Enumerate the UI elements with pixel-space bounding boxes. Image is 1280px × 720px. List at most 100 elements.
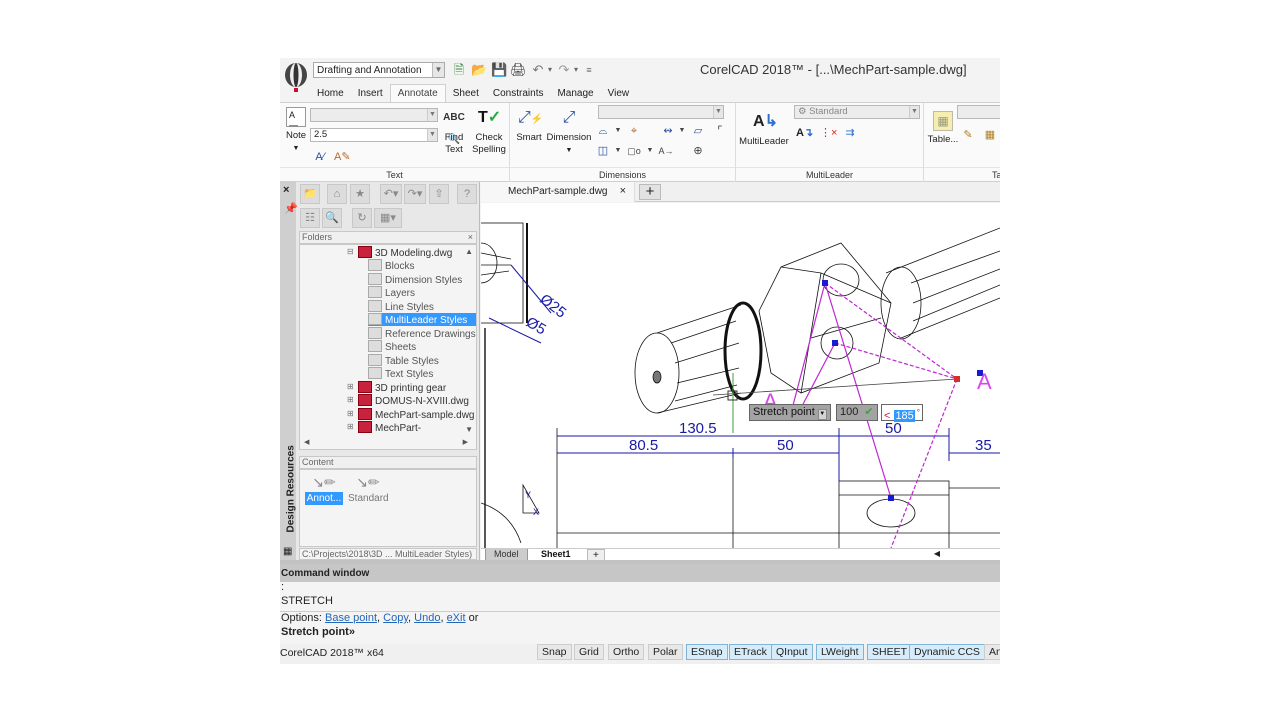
edit-text-icon[interactable]: A⁄ (312, 149, 328, 165)
drawing-canvas[interactable]: Ø25 Ø5 130.5 80.5 50 50 35 Y X A A Stret… (481, 203, 1000, 548)
views-button[interactable]: ▦▾ (374, 208, 402, 228)
toggle-annotation[interactable]: An (984, 644, 1000, 660)
home-button[interactable]: ⌂ (327, 184, 347, 204)
jog-icon[interactable]: ⌜ (712, 123, 728, 139)
close-icon[interactable]: × (283, 184, 289, 196)
toggle-qinput[interactable]: QInput (771, 644, 813, 660)
scroll-left-icon[interactable]: ◀ (934, 549, 940, 558)
scroll-left-icon[interactable]: ◀ (304, 438, 309, 446)
expand-icon[interactable]: ⊞ (347, 382, 354, 391)
favorites-button[interactable]: ★ (350, 184, 370, 204)
tree-item-selected[interactable]: MultiLeader Styles (368, 313, 476, 326)
new-file-icon[interactable]: 🗎 (451, 62, 467, 78)
chevron-down-icon[interactable]: ▼ (642, 143, 658, 159)
chevron-down-icon[interactable]: ▼ (610, 143, 626, 159)
tree-item[interactable]: Blocks (368, 259, 414, 272)
toggle-snap[interactable]: Snap (537, 644, 572, 660)
toggle-etrack[interactable]: ETrack (729, 644, 772, 660)
add-leader-icon[interactable]: A↴ (796, 125, 813, 141)
oblique-icon[interactable]: ▱ (690, 123, 706, 139)
open-folder-icon[interactable]: 📂 (471, 62, 487, 78)
scroll-right-icon[interactable]: ▶ (463, 438, 468, 446)
remove-leader-icon[interactable]: ⋮× (820, 125, 837, 141)
toggle-sheet[interactable]: SHEET (867, 644, 913, 660)
baseline-icon[interactable]: ◫ (595, 143, 611, 159)
multileader-style-combo[interactable]: ⚙ Standard ▼ (794, 105, 920, 119)
text-align-icon[interactable]: A→ (658, 143, 674, 159)
length-input[interactable]: 100 ✔ (836, 404, 878, 421)
toggle-esnap[interactable]: ESnap (686, 644, 728, 660)
tolerance-icon[interactable]: ▢o (626, 143, 642, 159)
tree-item[interactable]: DOMUS-N-XVIII.dwg (358, 394, 469, 407)
tree-toggle-button[interactable]: ☷ (300, 208, 320, 228)
tab-annotate[interactable]: Annotate (389, 84, 446, 102)
table-format-icon[interactable]: ▦ (982, 127, 998, 143)
content-item[interactable]: ↘✏ Annot... (302, 474, 346, 505)
dimension-button[interactable]: ⤢ Dimension ▼ (546, 107, 592, 157)
document-tab[interactable]: MechPart-sample.dwg × (481, 182, 635, 202)
tree-item[interactable]: Sheets (368, 340, 416, 353)
option-base-point[interactable]: Base point (325, 612, 377, 624)
corelcad-logo-icon[interactable] (283, 62, 309, 96)
grip-point[interactable] (832, 340, 838, 346)
angle-input[interactable]: <185 ° (881, 404, 923, 422)
option-undo[interactable]: Undo (414, 612, 440, 624)
dimension-edit-icon[interactable]: ⌓ (595, 123, 611, 139)
note-button[interactable]: A — Note ▼ (284, 107, 308, 155)
tree-item[interactable]: Line Styles (368, 300, 434, 313)
table-button[interactable]: ▦ Table... (926, 111, 960, 146)
expand-icon[interactable]: ⊞ (347, 422, 354, 431)
new-tab-button[interactable]: + (639, 184, 661, 200)
tab-insert[interactable]: Insert (351, 85, 390, 103)
command-prompt[interactable]: Stretch point» (281, 626, 355, 638)
customize-icon[interactable]: ≡ (581, 62, 597, 78)
chevron-down-icon[interactable]: ▼ (610, 123, 626, 139)
toggle-grid[interactable]: Grid (574, 644, 604, 660)
center-mark-icon[interactable]: ⊕ (690, 143, 706, 159)
close-icon[interactable]: × (468, 232, 473, 243)
text-style-combo[interactable]: ▼ (310, 108, 438, 122)
tab-constraints[interactable]: Constraints (486, 85, 551, 103)
align-leader-icon[interactable]: ⇉ (842, 125, 858, 141)
print-icon[interactable]: 🖨 (510, 62, 527, 78)
find-text-button[interactable]: ABC🔍 Find Text (440, 107, 468, 156)
stretch-point-prompt[interactable]: Stretch point ▼ (749, 404, 831, 421)
panel-menu-icon[interactable]: ▦ (283, 546, 292, 557)
folders-button[interactable]: 📁 (300, 184, 320, 204)
option-copy[interactable]: Copy (383, 612, 408, 624)
collapse-icon[interactable]: ⊟ (347, 247, 354, 256)
tree-item[interactable]: 3D printing gear (358, 381, 446, 394)
expand-icon[interactable]: ⊞ (347, 395, 354, 404)
smart-dimension-button[interactable]: ⤢⚡ Smart (514, 107, 544, 144)
grip-point[interactable] (822, 280, 828, 286)
refresh-button[interactable]: ↻ (352, 208, 372, 228)
dimension-override-icon[interactable]: ⌖ (626, 123, 642, 139)
tree-item[interactable]: Text Styles (368, 367, 433, 380)
multileader-button[interactable]: A↳ MultiLeader (738, 111, 790, 148)
tree-item[interactable]: Dimension Styles (368, 273, 462, 286)
dimension-style-combo[interactable]: ▼ (598, 105, 724, 119)
workspace-select[interactable]: Drafting and Annotation ▼ (313, 62, 445, 78)
tree-item[interactable]: MechPart- (358, 421, 421, 434)
toggle-polar[interactable]: Polar (648, 644, 683, 660)
close-icon[interactable]: × (620, 185, 626, 197)
preview-button[interactable]: 🔍 (322, 208, 342, 228)
tree-item[interactable]: Reference Drawings (368, 327, 476, 340)
grip-point[interactable] (888, 495, 894, 501)
edit-table-icon[interactable]: ✎ (960, 127, 976, 143)
toggle-dynamic-ccs[interactable]: Dynamic CCS (909, 644, 985, 660)
scroll-up-icon[interactable]: ▲ (465, 247, 473, 256)
tree-item[interactable]: MechPart-sample.dwg (358, 408, 474, 421)
help-button[interactable]: ? (457, 184, 477, 204)
option-exit[interactable]: eXit (447, 612, 466, 624)
tab-sheet[interactable]: Sheet (446, 85, 486, 103)
content-item[interactable]: ↘✏ Standard (346, 474, 390, 505)
grip-point-hot[interactable] (954, 376, 960, 382)
pin-icon[interactable]: 📌 (284, 202, 298, 215)
scroll-down-icon[interactable]: ▼ (465, 425, 473, 434)
expand-icon[interactable]: ⊞ (347, 409, 354, 418)
chevron-down-icon[interactable]: ▼ (674, 123, 690, 139)
tab-home[interactable]: Home (310, 85, 351, 103)
tab-view[interactable]: View (601, 85, 637, 103)
tab-manage[interactable]: Manage (550, 85, 600, 103)
